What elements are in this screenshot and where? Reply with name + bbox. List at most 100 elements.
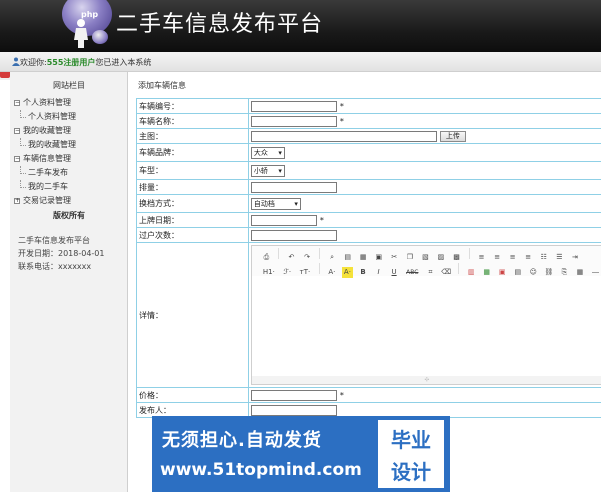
field-label: 主图： [136,128,249,144]
car-no-input[interactable] [250,100,337,112]
attachment-icon[interactable]: ⎘ [559,267,570,278]
site-info-name: 二手车信息发布平台 [18,236,90,245]
welcome-username: 555注册用户 [46,58,96,67]
form-row-detail: 详情： ⎙ ↶ ↷ ⌕ ▤ ▦ ▣ ✂ ❐ ▧ ▨ ▩ ≡ ≡ ≡ ≡ ☷ ☰ … [136,242,601,388]
required-mark: * [319,215,324,225]
welcome-prefix: 欢迎你: [20,58,47,67]
expand-icon[interactable]: + [14,198,20,204]
publisher-input[interactable] [250,404,337,416]
watermark-url: www.51topmind.com [160,460,362,480]
page-title: 添加车辆信息 [138,81,186,90]
watermark-banner: 无须担心.自动发货 www.51topmind.com 毕业 设计 [152,416,450,492]
editor-resize-handle[interactable]: ⊹ [251,376,601,384]
required-mark: * [339,116,344,126]
gearbox-select[interactable]: 自动档 [250,197,301,210]
highlight-color-icon[interactable]: A· [341,267,353,278]
field-label: 上牌日期： [136,212,249,228]
sidebar-item-favorites-group[interactable]: − 我的收藏管理 [14,124,128,138]
welcome-suffix: 您已进入本系统 [95,58,152,67]
form-row-main-image: 主图： 上传 [136,128,601,144]
rich-text-editor: ⎙ ↶ ↷ ⌕ ▤ ▦ ▣ ✂ ❐ ▧ ▨ ▩ ≡ ≡ ≡ ≡ ☷ ☰ ⇥ H1… [250,245,601,385]
sidebar-heading: 网站栏目 [53,81,85,90]
strikethrough-icon[interactable]: ABC [404,267,420,278]
form-row-reg-date: 上牌日期： * [136,212,601,228]
copyright-heading: 版权所有 [53,211,85,220]
sidebar-item-label: 个人资料管理 [28,112,76,121]
media-icon[interactable]: ▤ [512,267,523,278]
car-type-select[interactable]: 小轿 [250,164,285,177]
heading-select[interactable]: H1· [261,267,277,278]
sidebar-item-label: 二手车发布 [28,168,68,177]
form-row-type: 车型： 小轿 [136,161,601,180]
collapse-icon[interactable]: − [14,156,20,162]
logo-figure-icon [74,19,88,48]
sidebar-item-favorites[interactable]: 我的收藏管理 [14,138,128,152]
font-color-icon[interactable]: A· [326,267,337,278]
bold-icon[interactable]: B [357,267,368,278]
price-input[interactable] [250,389,337,401]
sidebar-item-label: 车辆信息管理 [23,154,71,163]
required-mark: * [339,101,344,111]
reg-date-input[interactable] [250,214,317,226]
sidebar-item-vehicles-group[interactable]: − 车辆信息管理 [14,152,128,166]
field-label: 过户次数： [136,227,249,243]
collapse-icon[interactable]: − [14,128,20,134]
site-info-phone: 联系电话：xxxxxxx [18,262,92,271]
welcome-text: 欢迎你:555注册用户您已进入本系统 [20,57,151,68]
collapse-icon[interactable]: − [14,100,20,106]
sidebar-item-profile-group[interactable]: − 个人资料管理 [14,96,128,110]
site-header: php 二手车信息发布平台 [0,0,601,52]
required-mark: * [339,390,344,400]
link-icon[interactable]: ⛓ [543,267,554,278]
transfers-input[interactable] [250,229,337,241]
site-info-date: 开发日期：2018-04-01 [18,249,105,258]
sidebar-item-label: 我的收藏管理 [23,126,71,135]
field-label: 详情： [136,242,249,388]
site-info: 二手车信息发布平台 开发日期：2018-04-01 联系电话：xxxxxxx [18,234,105,273]
sidebar-item-label: 个人资料管理 [23,98,71,107]
user-icon [12,57,20,66]
welcome-bar: 欢迎你:555注册用户您已进入本系统 [0,52,601,72]
field-label: 车型： [136,161,249,180]
form-row-price: 价格： * [136,387,601,403]
watermark-slogan: 无须担心.自动发货 [162,430,322,451]
main-image-input[interactable] [250,130,437,142]
watermark-badge-line-2: 设计 [391,460,431,484]
form-row-displacement: 排量： [136,179,601,195]
editor-content-area[interactable] [251,278,601,376]
font-family-select[interactable]: ℱ· [281,267,293,278]
form-row-car-name: 车辆名称： * [136,113,601,129]
sidebar-item-transactions-group[interactable]: + 交易记录管理 [14,194,128,208]
sidebar-item-profile[interactable]: 个人资料管理 [14,110,128,124]
sidebar: 网站栏目 − 个人资料管理 个人资料管理 − 我的收藏管理 我的收藏管理 − 车辆信息… [10,72,128,492]
line-height-icon[interactable]: ⌗ [425,267,436,278]
emoticon-icon[interactable]: ☺ [528,267,539,278]
upload-button[interactable]: 上传 [439,130,466,142]
image-icon[interactable]: ▥ [466,267,477,278]
form-row-transfers: 过户次数： [136,227,601,243]
sidebar-item-publish-car[interactable]: 二手车发布 [14,166,128,180]
sidebar-item-my-cars[interactable]: 我的二手车 [14,180,128,194]
field-label: 换档方式： [136,194,249,213]
clear-format-icon[interactable]: ⌫ [441,267,452,278]
underline-icon[interactable]: U [389,267,400,278]
field-label: 车辆编号： [136,98,249,114]
font-size-select[interactable]: тT· [298,267,313,278]
form-row-brand: 车辆品牌： 大众 [136,143,601,162]
car-name-input[interactable] [250,115,337,127]
multi-image-icon[interactable]: ▦ [481,267,492,278]
flash-icon[interactable]: ▣ [497,267,508,278]
editor-toolbar-row-1: ⎙ ↶ ↷ ⌕ ▤ ▦ ▣ ✂ ❐ ▧ ▨ ▩ ≡ ≡ ≡ ≡ ☷ ☰ ⇥ [251,246,601,261]
hr-icon[interactable]: ― [590,267,601,278]
displacement-input[interactable] [250,181,337,193]
field-label: 排量： [136,179,249,195]
add-car-form: 车辆编号： * 车辆名称： * 主图： 上传 车辆品牌： 大众 车型： 小轿 排… [136,98,601,418]
form-row-gearbox: 换档方式： 自动档 [136,194,601,213]
logo-small-ball-icon [92,30,108,44]
sidebar-item-label: 交易记录管理 [23,196,71,205]
table-icon[interactable]: ▦ [574,267,585,278]
italic-icon[interactable]: I [373,267,384,278]
site-title: 二手车信息发布平台 [116,12,324,37]
brand-select[interactable]: 大众 [250,146,285,159]
sidebar-item-label: 我的二手车 [28,182,68,191]
